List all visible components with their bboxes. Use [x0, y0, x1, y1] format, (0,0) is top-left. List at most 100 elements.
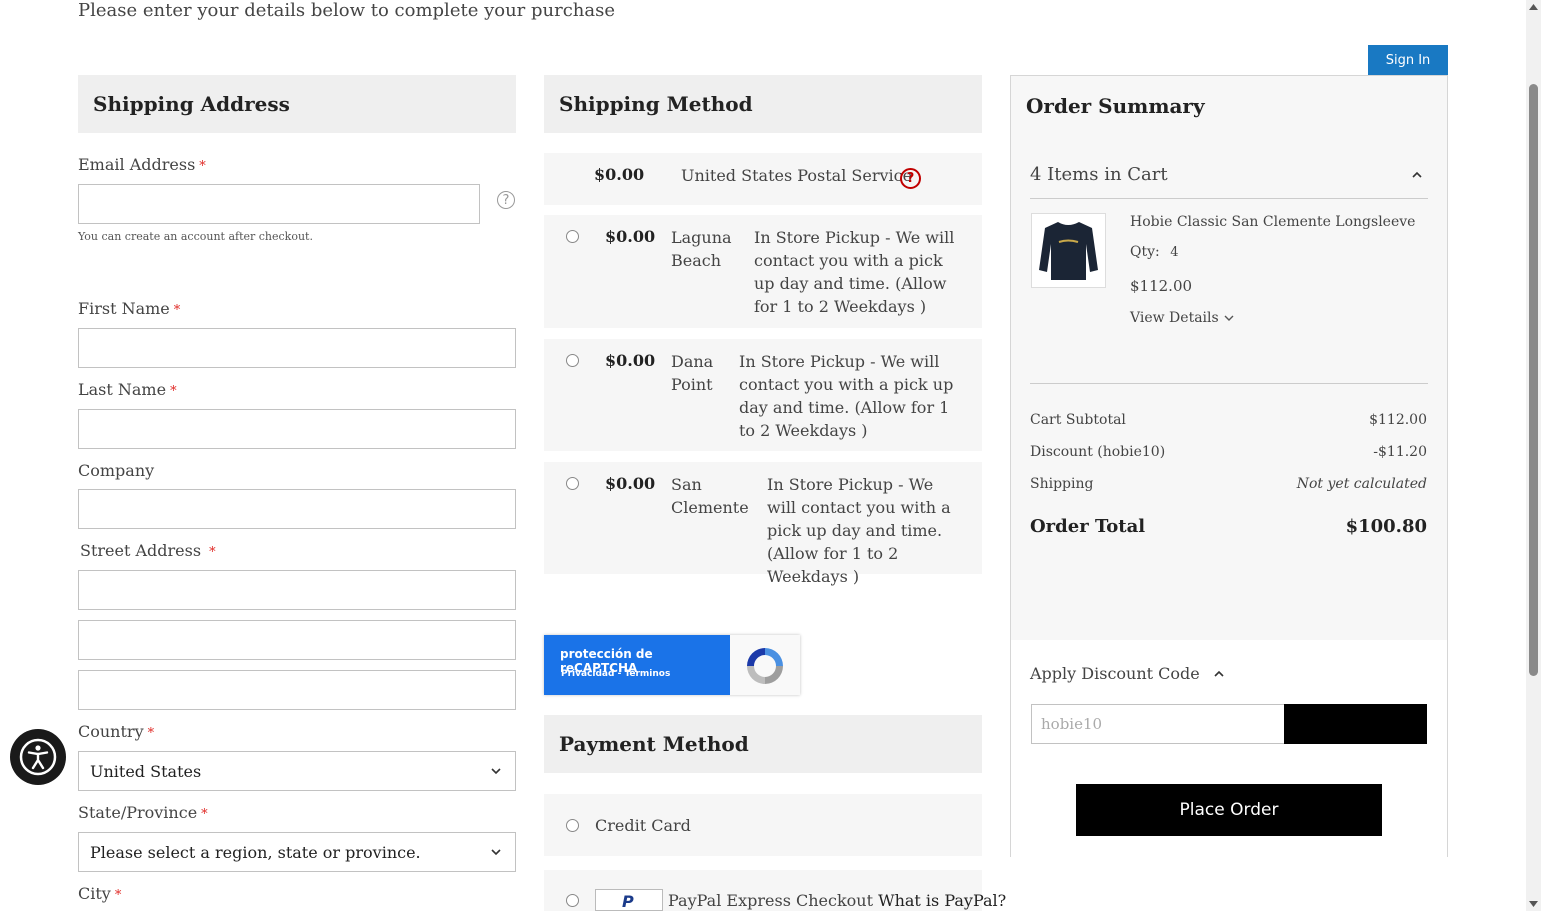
option-location: Laguna Beach [671, 228, 732, 270]
last-name-field[interactable] [78, 409, 516, 449]
shipping-option-laguna[interactable]: $0.00 Laguna Beach In Store Pickup - We … [544, 215, 982, 328]
option-location: San Clemente [671, 475, 749, 517]
radio-san-clemente[interactable] [566, 477, 579, 490]
state-value: Please select a region, state or provinc… [90, 842, 421, 862]
discount-value: -$11.20 [1373, 444, 1427, 460]
accessibility-icon [19, 738, 57, 776]
scroll-down-arrow-icon[interactable] [1528, 899, 1539, 909]
discount-code-input[interactable]: hobie10 [1031, 704, 1285, 744]
discount-section: Apply Discount Code hobie10 Place Order [1011, 640, 1447, 857]
street-label-text: Street Address [80, 541, 202, 560]
recaptcha-links[interactable]: Privacidad - Términos [561, 669, 670, 679]
product-price: $112.00 [1130, 277, 1193, 295]
usps-row: $0.00 United States Postal Service ? [544, 153, 982, 205]
shipping-method-heading: Shipping Method [544, 75, 982, 133]
shipping-option-san-clemente[interactable]: $0.00 San Clemente In Store Pickup - We … [544, 462, 982, 586]
option-price: $0.00 [605, 351, 656, 370]
first-name-label-text: First Name [78, 299, 170, 318]
qty-value: 4 [1170, 245, 1179, 260]
paypal-logo: P [595, 889, 663, 911]
required-mark: * [170, 384, 177, 399]
state-label: State/Province * [78, 803, 208, 822]
state-select[interactable]: Please select a region, state or provinc… [78, 832, 516, 872]
radio-paypal[interactable] [566, 894, 579, 907]
order-total-value: $100.80 [1345, 516, 1427, 537]
product-thumbnail[interactable] [1031, 213, 1106, 288]
city-label: City * [78, 884, 121, 903]
last-name-label: Last Name * [78, 380, 177, 399]
email-field[interactable] [78, 184, 480, 224]
required-mark: * [173, 303, 181, 318]
summary-divider [1030, 383, 1428, 384]
required-mark: * [209, 545, 216, 560]
qty-label: Qty: [1130, 244, 1160, 260]
first-name-label: First Name * [78, 299, 180, 318]
items-in-cart: 4 Items in Cart [1030, 164, 1168, 185]
paypal-label: PayPal Express Checkout What is PayPal? [668, 889, 1006, 912]
payment-method-heading: Payment Method [544, 715, 982, 773]
street-line-1-field[interactable] [78, 570, 516, 610]
scroll-up-arrow-icon[interactable] [1528, 2, 1539, 12]
country-select[interactable]: United States [78, 751, 516, 791]
email-note: You can create an account after checkout… [78, 230, 313, 243]
page-intro: Please enter your details below to compl… [78, 0, 616, 21]
accessibility-button[interactable] [10, 729, 66, 785]
recaptcha-panel: protección de reCAPTCHA Privacidad - Tér… [544, 635, 730, 695]
chevron-up-icon [1214, 670, 1224, 677]
usps-carrier: United States Postal Service [681, 166, 913, 185]
required-mark: * [147, 726, 155, 741]
help-icon[interactable]: ? [497, 191, 515, 209]
company-label: Company [78, 461, 155, 480]
street-line-2-field[interactable] [78, 620, 516, 660]
payment-option-credit-card[interactable]: Credit Card [544, 794, 982, 856]
help-icon[interactable]: ? [900, 168, 921, 189]
street-label: Street Address * [80, 541, 216, 560]
country-label-text: Country [78, 722, 144, 741]
shipping-address-heading: Shipping Address [78, 75, 516, 133]
chevron-up-icon [1412, 171, 1422, 178]
view-details-toggle[interactable]: View Details [1130, 310, 1235, 326]
radio-credit-card[interactable] [566, 819, 579, 832]
required-mark: * [201, 807, 208, 822]
required-mark: * [199, 159, 206, 174]
what-is-paypal-link[interactable]: What is PayPal? [878, 891, 1006, 910]
recaptcha-logo-icon [747, 648, 783, 684]
email-label-text: Email Address [78, 155, 196, 174]
company-field[interactable] [78, 489, 516, 529]
chevron-down-icon [491, 768, 501, 775]
sign-in-button[interactable]: Sign In [1368, 45, 1448, 75]
product-name[interactable]: Hobie Classic San Clemente Longsleeve [1130, 214, 1415, 230]
chevron-down-icon [491, 849, 501, 856]
place-order-button[interactable]: Place Order [1076, 784, 1382, 836]
cart-items-toggle[interactable]: 4 Items in Cart [1030, 162, 1428, 199]
first-name-field[interactable] [78, 328, 516, 368]
radio-dana[interactable] [566, 354, 579, 367]
radio-laguna[interactable] [566, 230, 579, 243]
order-total-label: Order Total [1030, 516, 1146, 537]
longsleeve-shirt-icon [1039, 222, 1098, 280]
shipping-value: Not yet calculated [1296, 476, 1427, 492]
recaptcha-badge[interactable]: protección de reCAPTCHA Privacidad - Tér… [544, 635, 800, 695]
shipping-label: Shipping [1030, 476, 1094, 492]
subtotal-value: $112.00 [1369, 412, 1427, 428]
option-location: Dana Point [671, 352, 714, 394]
country-value: United States [90, 761, 202, 781]
shipping-option-dana[interactable]: $0.00 Dana Point In Store Pickup - We wi… [544, 339, 982, 451]
credit-card-label: Credit Card [595, 816, 691, 835]
order-summary-title: Order Summary [1026, 94, 1205, 118]
discount-label: Discount (hobie10) [1030, 444, 1166, 460]
street-line-3-field[interactable] [78, 670, 516, 710]
required-mark: * [114, 888, 122, 903]
last-name-label-text: Last Name [78, 380, 167, 399]
apply-discount-button[interactable] [1284, 704, 1427, 744]
city-label-text: City [78, 884, 111, 903]
apply-discount-toggle[interactable]: Apply Discount Code [1030, 664, 1226, 683]
place-order-label: Place Order [1179, 800, 1279, 820]
subtotal-label: Cart Subtotal [1030, 412, 1126, 428]
view-details-label: View Details [1130, 310, 1219, 326]
chevron-down-icon [1224, 315, 1234, 321]
scrollbar-thumb[interactable] [1529, 84, 1538, 676]
payment-option-paypal[interactable]: P PayPal Express Checkout What is PayPal… [544, 870, 1006, 911]
option-price: $0.00 [605, 474, 656, 493]
email-label: Email Address * [78, 155, 206, 174]
